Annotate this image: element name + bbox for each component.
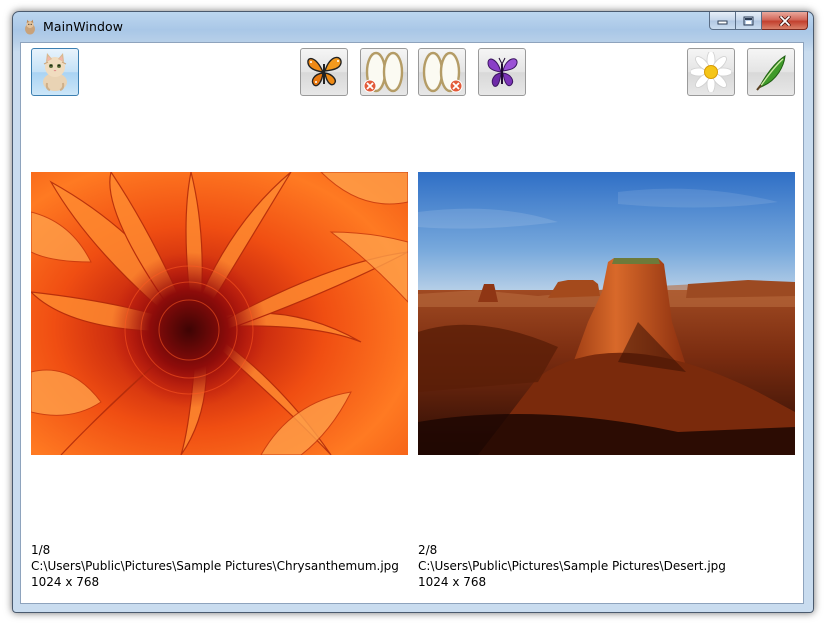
- mirror-left-icon: [363, 51, 404, 93]
- mirror-right-button[interactable]: [418, 48, 466, 96]
- chrysanthemum-photo: [31, 172, 408, 455]
- cat-icon: [43, 53, 67, 91]
- app-icon: [25, 19, 35, 35]
- image-size-right: 1024 x 768: [418, 575, 487, 589]
- butterfly-button[interactable]: [300, 48, 348, 96]
- window-title: MainWindow: [43, 19, 124, 34]
- minimize-button[interactable]: [709, 12, 736, 30]
- title-bar[interactable]: MainWindow: [13, 12, 813, 42]
- main-window: MainWindow 1/8 C:\Users\Public\Pictures\…: [12, 11, 814, 613]
- close-icon: [778, 15, 791, 26]
- image-index-left: 1/8: [31, 543, 51, 557]
- mirror-right-icon: [422, 51, 463, 93]
- image-info-left: 1/8 C:\Users\Public\Pictures\Sample Pict…: [31, 542, 399, 590]
- feather-button[interactable]: [747, 48, 795, 96]
- desert-photo: [418, 172, 795, 455]
- image-path-right: C:\Users\Public\Pictures\Sample Pictures…: [418, 559, 726, 573]
- purple-butterfly-button[interactable]: [478, 48, 526, 96]
- feather-icon: [756, 55, 786, 91]
- purple-butterfly-icon: [487, 57, 518, 87]
- image-path-left: C:\Users\Public\Pictures\Sample Pictures…: [31, 559, 399, 573]
- mirror-left-button[interactable]: [360, 48, 408, 96]
- client-area: 1/8 C:\Users\Public\Pictures\Sample Pict…: [20, 42, 804, 604]
- image-info-right: 2/8 C:\Users\Public\Pictures\Sample Pict…: [418, 542, 726, 590]
- close-button[interactable]: [762, 12, 808, 30]
- minimize-icon: [717, 20, 728, 24]
- image-view-right: [418, 172, 795, 455]
- maximize-icon: [743, 16, 754, 25]
- image-index-right: 2/8: [418, 543, 438, 557]
- maximize-button[interactable]: [736, 12, 762, 30]
- image-view-left: [31, 172, 408, 455]
- butterfly-icon: [307, 56, 342, 87]
- daisy-button[interactable]: [687, 48, 735, 96]
- daisy-icon: [691, 52, 731, 92]
- image-size-left: 1024 x 768: [31, 575, 100, 589]
- open-image-button[interactable]: [31, 48, 79, 96]
